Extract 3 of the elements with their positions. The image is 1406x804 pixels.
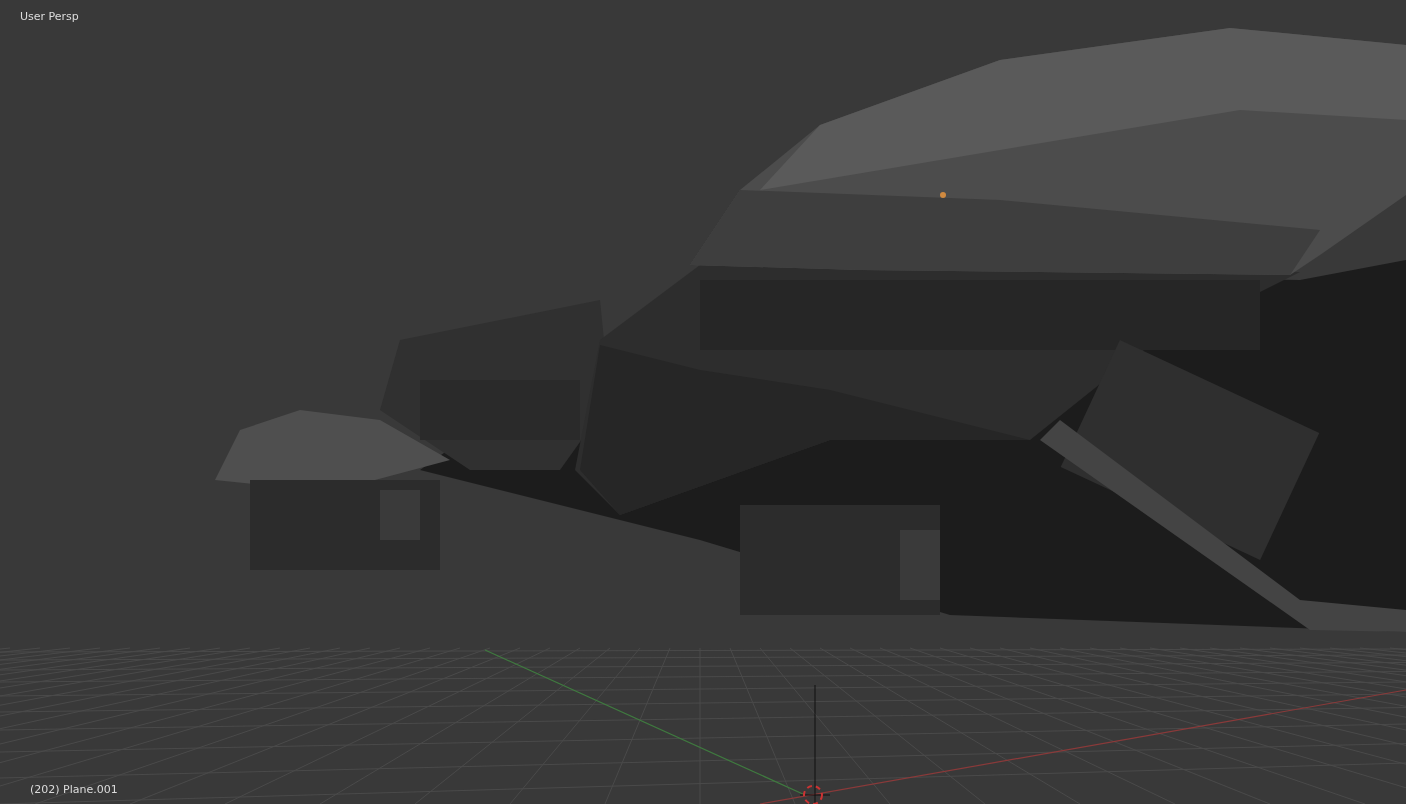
- view-label: User Persp: [20, 10, 79, 23]
- 3d-cursor-icon: [799, 684, 831, 804]
- object-label: (202) Plane.001: [30, 783, 118, 796]
